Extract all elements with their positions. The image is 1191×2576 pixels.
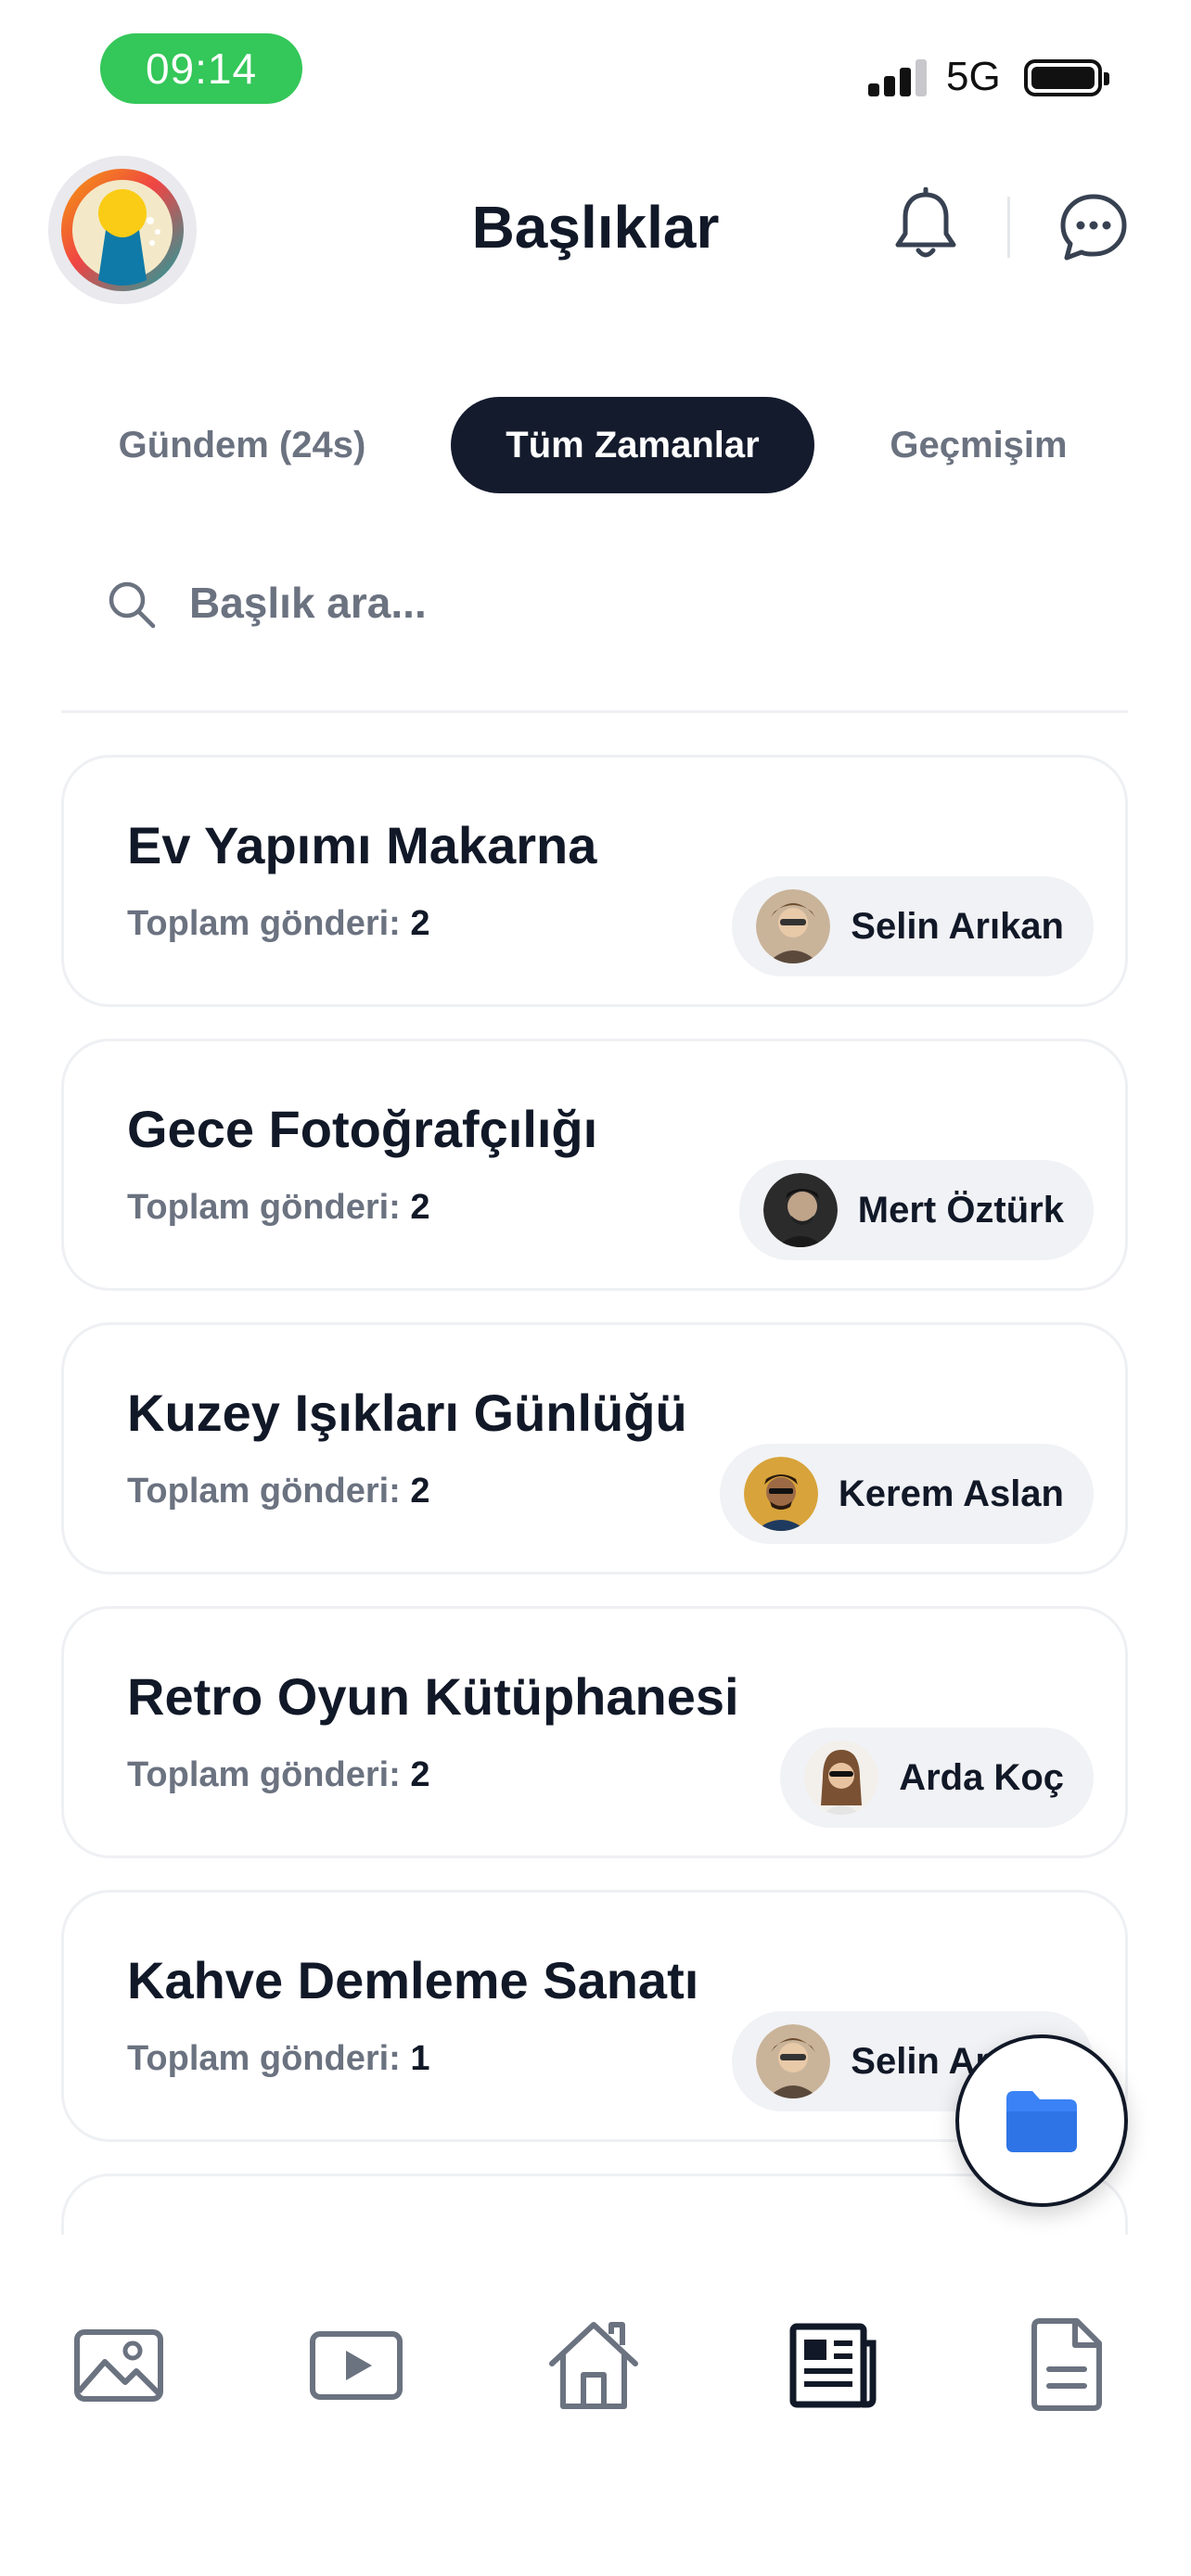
divider [61, 710, 1128, 713]
search-input[interactable] [189, 566, 1098, 640]
nav-videos[interactable] [301, 2309, 412, 2420]
avatar [756, 889, 831, 963]
author-chip[interactable]: Arda Koç [780, 1728, 1094, 1828]
avatar [804, 1741, 879, 1815]
folder-fab-button[interactable] [955, 2034, 1128, 2207]
search-icon [109, 581, 156, 629]
home-icon [549, 2322, 638, 2409]
network-label: 5G [946, 54, 1001, 99]
header-divider [1007, 197, 1010, 258]
battery-icon [1024, 59, 1109, 96]
author-name: Selin Arıkan [851, 905, 1064, 947]
topic-title: Kuzey Işıkları Günlüğü [127, 1384, 687, 1442]
topic-card[interactable]: Ev Yapımı Makarna Toplam gönderi: 2 Seli… [61, 755, 1128, 1007]
nav-home[interactable] [538, 2309, 649, 2420]
topic-title: Ev Yapımı Makarna [127, 816, 597, 874]
author-name: Kerem Aslan [838, 1473, 1064, 1514]
topic-post-count: Toplam gönderi: 2 [127, 904, 430, 943]
tab-tum-zamanlar[interactable]: Tüm Zamanlar [451, 397, 814, 493]
search-bar [59, 556, 1126, 649]
avatar [743, 1457, 818, 1531]
avatar [756, 2024, 831, 2098]
author-chip[interactable]: Mert Öztürk [738, 1160, 1094, 1260]
topic-post-count: Toplam gönderi: 2 [127, 1472, 430, 1511]
author-chip[interactable]: Kerem Aslan [719, 1444, 1094, 1544]
topic-title: Gece Fotoğrafçılığı [127, 1100, 598, 1158]
bottom-nav [0, 2235, 1191, 2576]
tab-gecmisim[interactable]: Geçmişim [863, 397, 1095, 493]
status-time: 09:14 [100, 33, 302, 104]
topic-title: Kahve Demleme Sanatı [127, 1951, 699, 2009]
topic-card[interactable]: Retro Oyun Kütüphanesi Toplam gönderi: 2… [61, 1606, 1128, 1858]
topic-title: Retro Oyun Kütüphanesi [127, 1667, 739, 1726]
topic-card[interactable]: Gece Fotoğrafçılığı Toplam gönderi: 2 Me… [61, 1039, 1128, 1291]
nav-topics[interactable] [775, 2309, 887, 2420]
avatar [762, 1173, 838, 1247]
tab-gundem[interactable]: Gündem (24s) [85, 397, 399, 493]
folder-icon [1006, 2091, 1077, 2152]
topic-card[interactable] [61, 2174, 1128, 2235]
page-title: Başlıklar [471, 194, 720, 261]
tab-bar: Gündem (24s) Tüm Zamanlar Geçmişim [0, 393, 1191, 495]
video-icon [310, 2331, 403, 2400]
image-icon [74, 2329, 163, 2402]
topic-post-count: Toplam gönderi: 2 [127, 1188, 430, 1227]
chat-icon[interactable] [1057, 191, 1130, 263]
author-name: Mert Öztürk [857, 1189, 1064, 1231]
topic-post-count: Toplam gönderi: 2 [127, 1755, 430, 1794]
topic-list: Ev Yapımı Makarna Toplam gönderi: 2 Seli… [61, 755, 1128, 2235]
newspaper-icon [789, 2323, 877, 2408]
signal-icon [868, 57, 928, 96]
topic-card[interactable]: Kuzey Işıkları Günlüğü Toplam gönderi: 2… [61, 1322, 1128, 1575]
document-icon [1031, 2318, 1102, 2411]
status-bar: 09:14 5G [0, 0, 1191, 139]
author-chip[interactable]: Selin Arıkan [732, 876, 1094, 976]
topic-post-count: Toplam gönderi: 1 [127, 2039, 430, 2078]
nav-documents[interactable] [1013, 2309, 1124, 2420]
nav-images[interactable] [63, 2309, 174, 2420]
app-header: Başlıklar [0, 148, 1191, 306]
author-name: Arda Koç [899, 1756, 1064, 1798]
bell-icon[interactable] [892, 186, 959, 261]
